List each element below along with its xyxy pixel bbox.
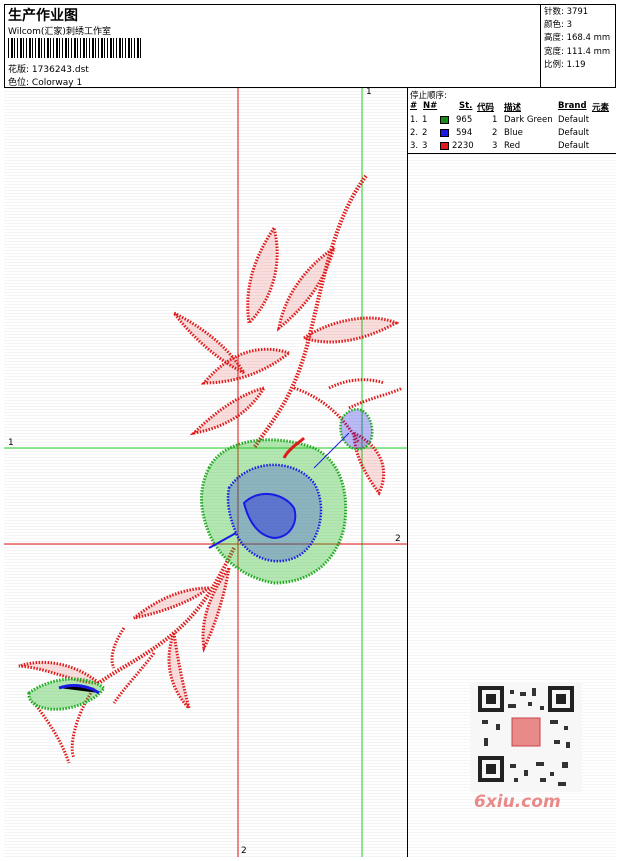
table-row[interactable]: 2. 2 594 2 Blue Default [408, 127, 616, 140]
col-hash: # [410, 101, 418, 111]
color-swatch [440, 116, 449, 124]
company-name: Wilcom(汇家)刺绣工作室 [8, 27, 111, 37]
col-element: 元素 [592, 103, 610, 113]
design-height: 高度: 168.4 mm [544, 33, 611, 44]
guide-label-red-right: 2 [395, 534, 401, 544]
main-flower [200, 436, 348, 585]
page-title: 生产作业图 [8, 8, 78, 24]
colorway-info: 色位: Colorway 1 [8, 75, 82, 88]
watermark: 6xiu.com [474, 792, 561, 812]
col-desc: 描述 [504, 103, 522, 113]
barcode [8, 38, 143, 58]
design-label: 花版: [8, 65, 30, 75]
stats-panel: 针数: 3791 颜色: 3 高度: 168.4 mm 宽度: 111.4 mm… [540, 4, 616, 88]
table-row[interactable]: 3. 3 2230 3 Red Default [408, 140, 616, 153]
colorway-value: Colorway 1 [31, 78, 83, 88]
design-canvas[interactable]: 1 1 2 2 [4, 88, 408, 857]
design-file: 1736243.dst [31, 65, 89, 75]
guide-label-green-top: 1 [366, 88, 372, 97]
left-bud [27, 677, 107, 711]
embroidery-preview [4, 88, 407, 857]
col-code: 代码 [477, 103, 495, 113]
design-scale: 比例: 1.19 [544, 59, 586, 70]
col-n: N# [423, 101, 438, 111]
stitch-count: 针数: 3791 [544, 7, 589, 17]
color-swatch [440, 142, 449, 150]
header: 生产作业图 Wilcom(汇家)刺绣工作室 花版: 1736243.dst 色位… [4, 4, 616, 88]
color-count: 颜色: 3 [544, 20, 572, 31]
color-swatch [440, 129, 449, 137]
col-st: St. [459, 101, 473, 111]
stop-sequence-table: 停止顺序: # N# St. 代码 描述 Brand 元素 1. 1 965 1… [408, 88, 616, 154]
design-width: 宽度: 111.4 mm [544, 46, 611, 57]
stop-sequence-title: 停止顺序: [410, 91, 447, 101]
design-info: 花版: 1736243.dst [8, 62, 89, 75]
colorway-label: 色位: [8, 78, 30, 88]
qr-code [470, 682, 582, 792]
guide-label-red-bottom: 2 [241, 846, 247, 856]
guide-label-green-left: 1 [8, 438, 14, 448]
col-brand: Brand [558, 101, 587, 111]
table-row[interactable]: 1. 1 965 1 Dark Green Default [408, 114, 616, 127]
